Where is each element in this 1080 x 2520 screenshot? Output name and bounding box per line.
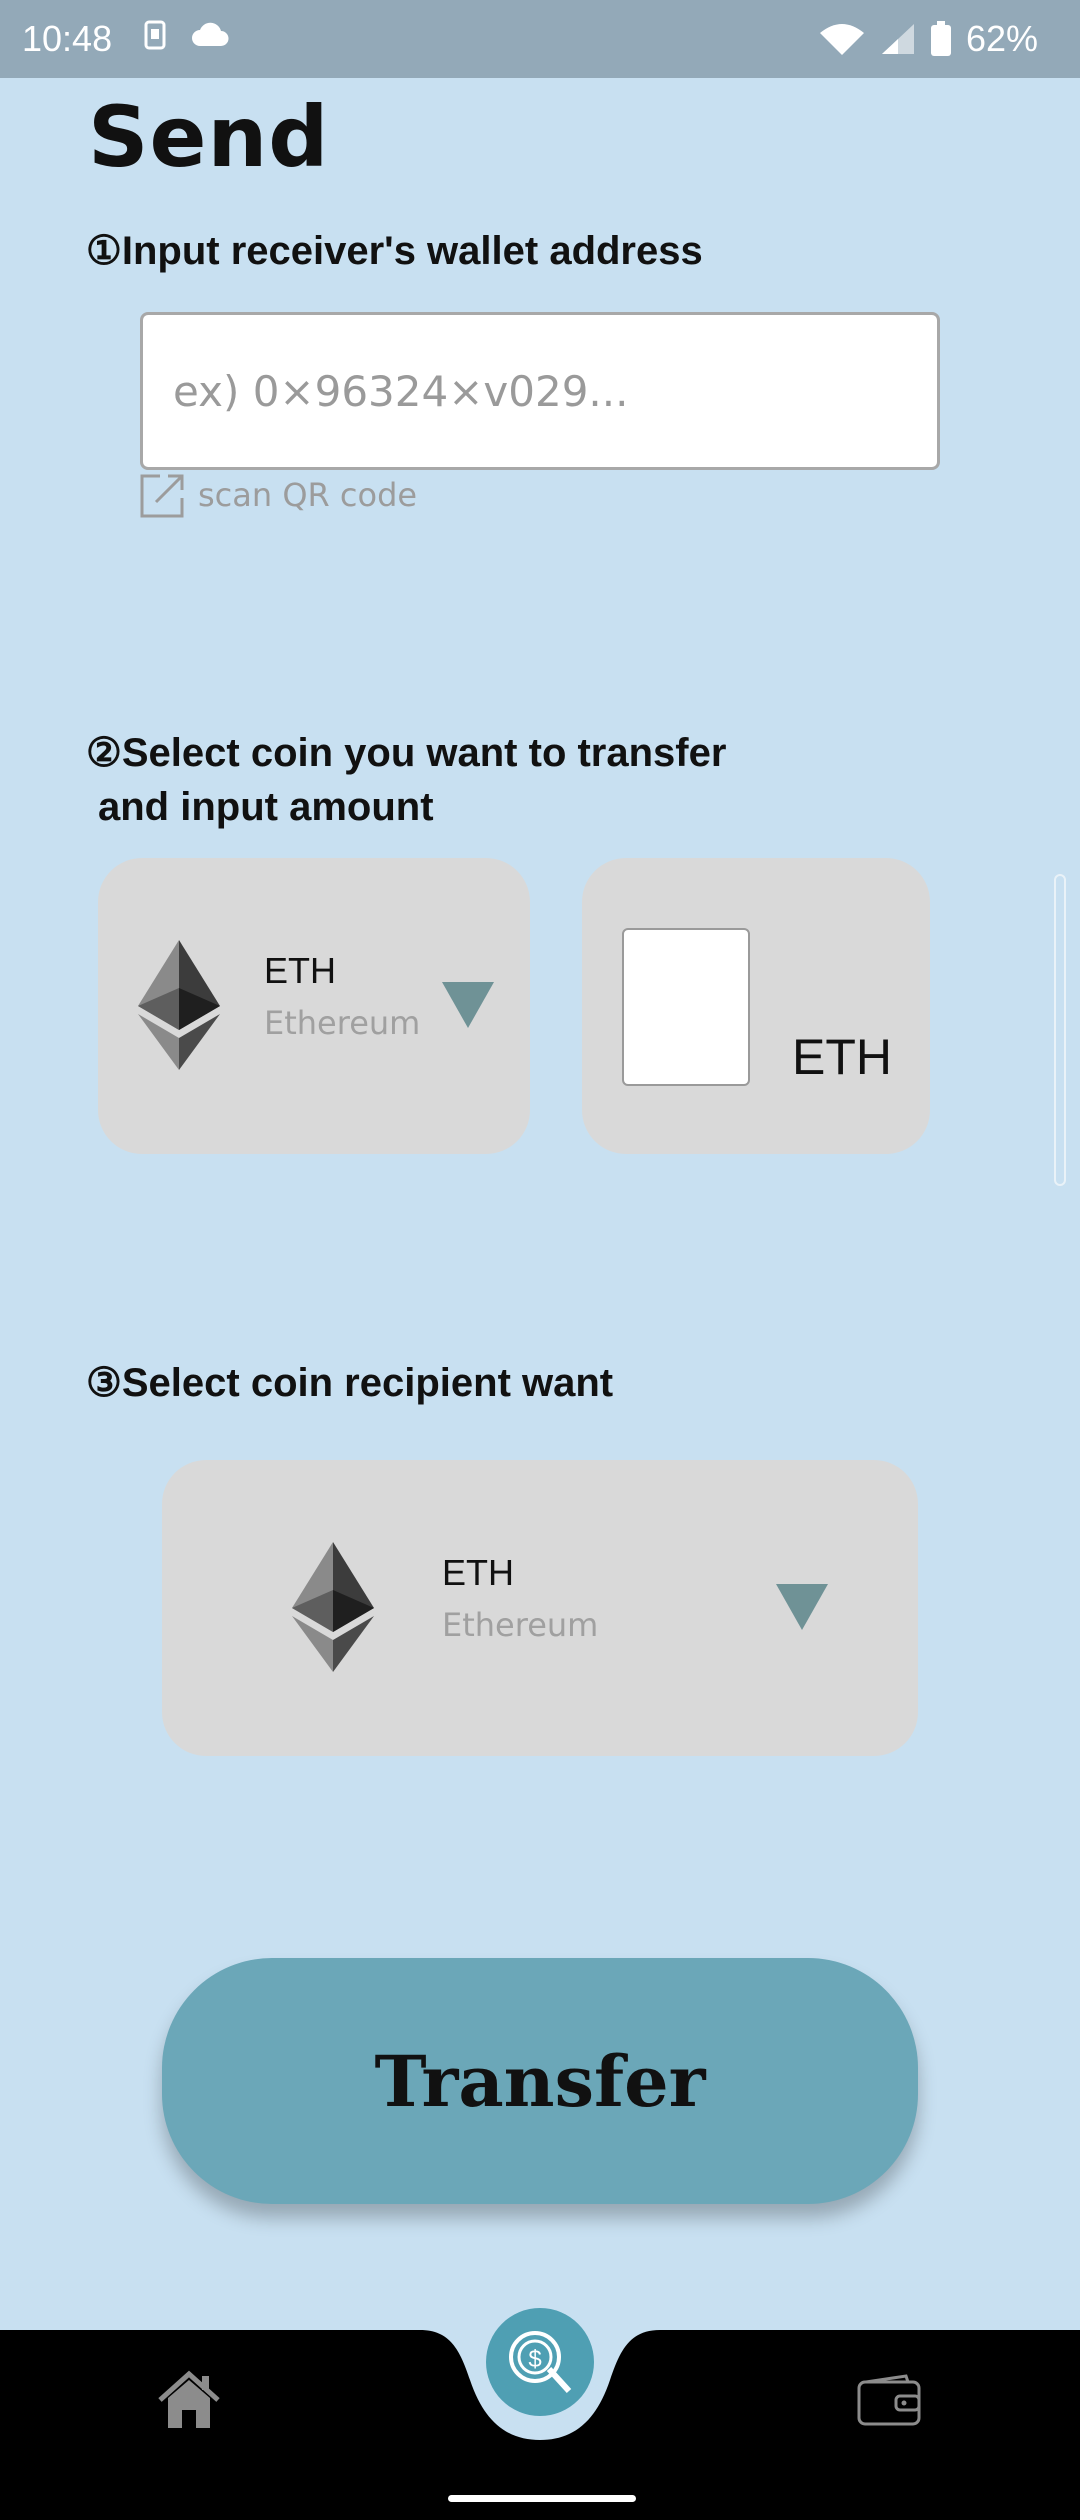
coin-search-icon: $: [509, 2331, 572, 2394]
status-bar: 10:48 62%: [0, 0, 1080, 78]
battery-percent: 62%: [965, 18, 1038, 59]
scan-qr-button[interactable]: scan QR code: [138, 470, 417, 520]
send-coin-selector[interactable]: ETH Ethereum: [98, 858, 530, 1154]
page-title: Send: [88, 88, 330, 186]
step2-heading-line1: ②Select coin you want to transfer: [86, 731, 727, 775]
send-coin-icon[interactable]: $: [486, 2308, 594, 2416]
ethereum-logo-icon: [138, 940, 220, 1070]
step2-heading-line2: and input amount: [98, 785, 434, 829]
horizontal-scroll-indicator[interactable]: [1054, 874, 1066, 1186]
ethereum-logo-icon: [292, 1542, 374, 1672]
notification-sim-icon: [144, 20, 166, 50]
send-coin-name: Ethereum: [264, 1004, 421, 1042]
gesture-navigation-bar[interactable]: [448, 2495, 636, 2502]
wifi-icon: [819, 24, 864, 55]
status-notification-icons: [142, 20, 230, 50]
bottom-nav: $: [0, 2308, 1080, 2520]
step1-heading: ①Input receiver's wallet address: [86, 229, 703, 273]
battery-icon: [930, 21, 951, 56]
wallet-address-input[interactable]: [140, 312, 940, 470]
send-coin-symbol: ETH: [264, 950, 336, 991]
amount-unit: ETH: [792, 1029, 892, 1085]
step2-heading: ②Select coin you want to transfer and in…: [86, 726, 726, 834]
home-icon[interactable]: [156, 2370, 222, 2430]
transfer-button[interactable]: Transfer: [162, 1958, 918, 2204]
step3-heading: ③Select coin recipient want: [86, 1361, 614, 1405]
amount-input[interactable]: [622, 928, 750, 1086]
recipient-coin-name: Ethereum: [442, 1606, 599, 1644]
scan-qr-label: scan QR code: [198, 476, 418, 514]
status-system-icons: 62%: [818, 18, 1038, 60]
signal-icon: [881, 24, 914, 54]
recipient-coin-selector[interactable]: ETH Ethereum: [162, 1460, 918, 1756]
cloud-icon: [192, 22, 229, 46]
wallet-icon[interactable]: [856, 2374, 922, 2428]
amount-card: ETH: [582, 858, 930, 1154]
dropdown-arrow-icon[interactable]: [776, 1584, 828, 1630]
status-time: 10:48: [22, 18, 113, 59]
recipient-coin-symbol: ETH: [442, 1552, 514, 1593]
external-link-icon: [140, 474, 184, 518]
svg-text:$: $: [528, 2346, 541, 2373]
dropdown-arrow-icon[interactable]: [442, 982, 494, 1028]
